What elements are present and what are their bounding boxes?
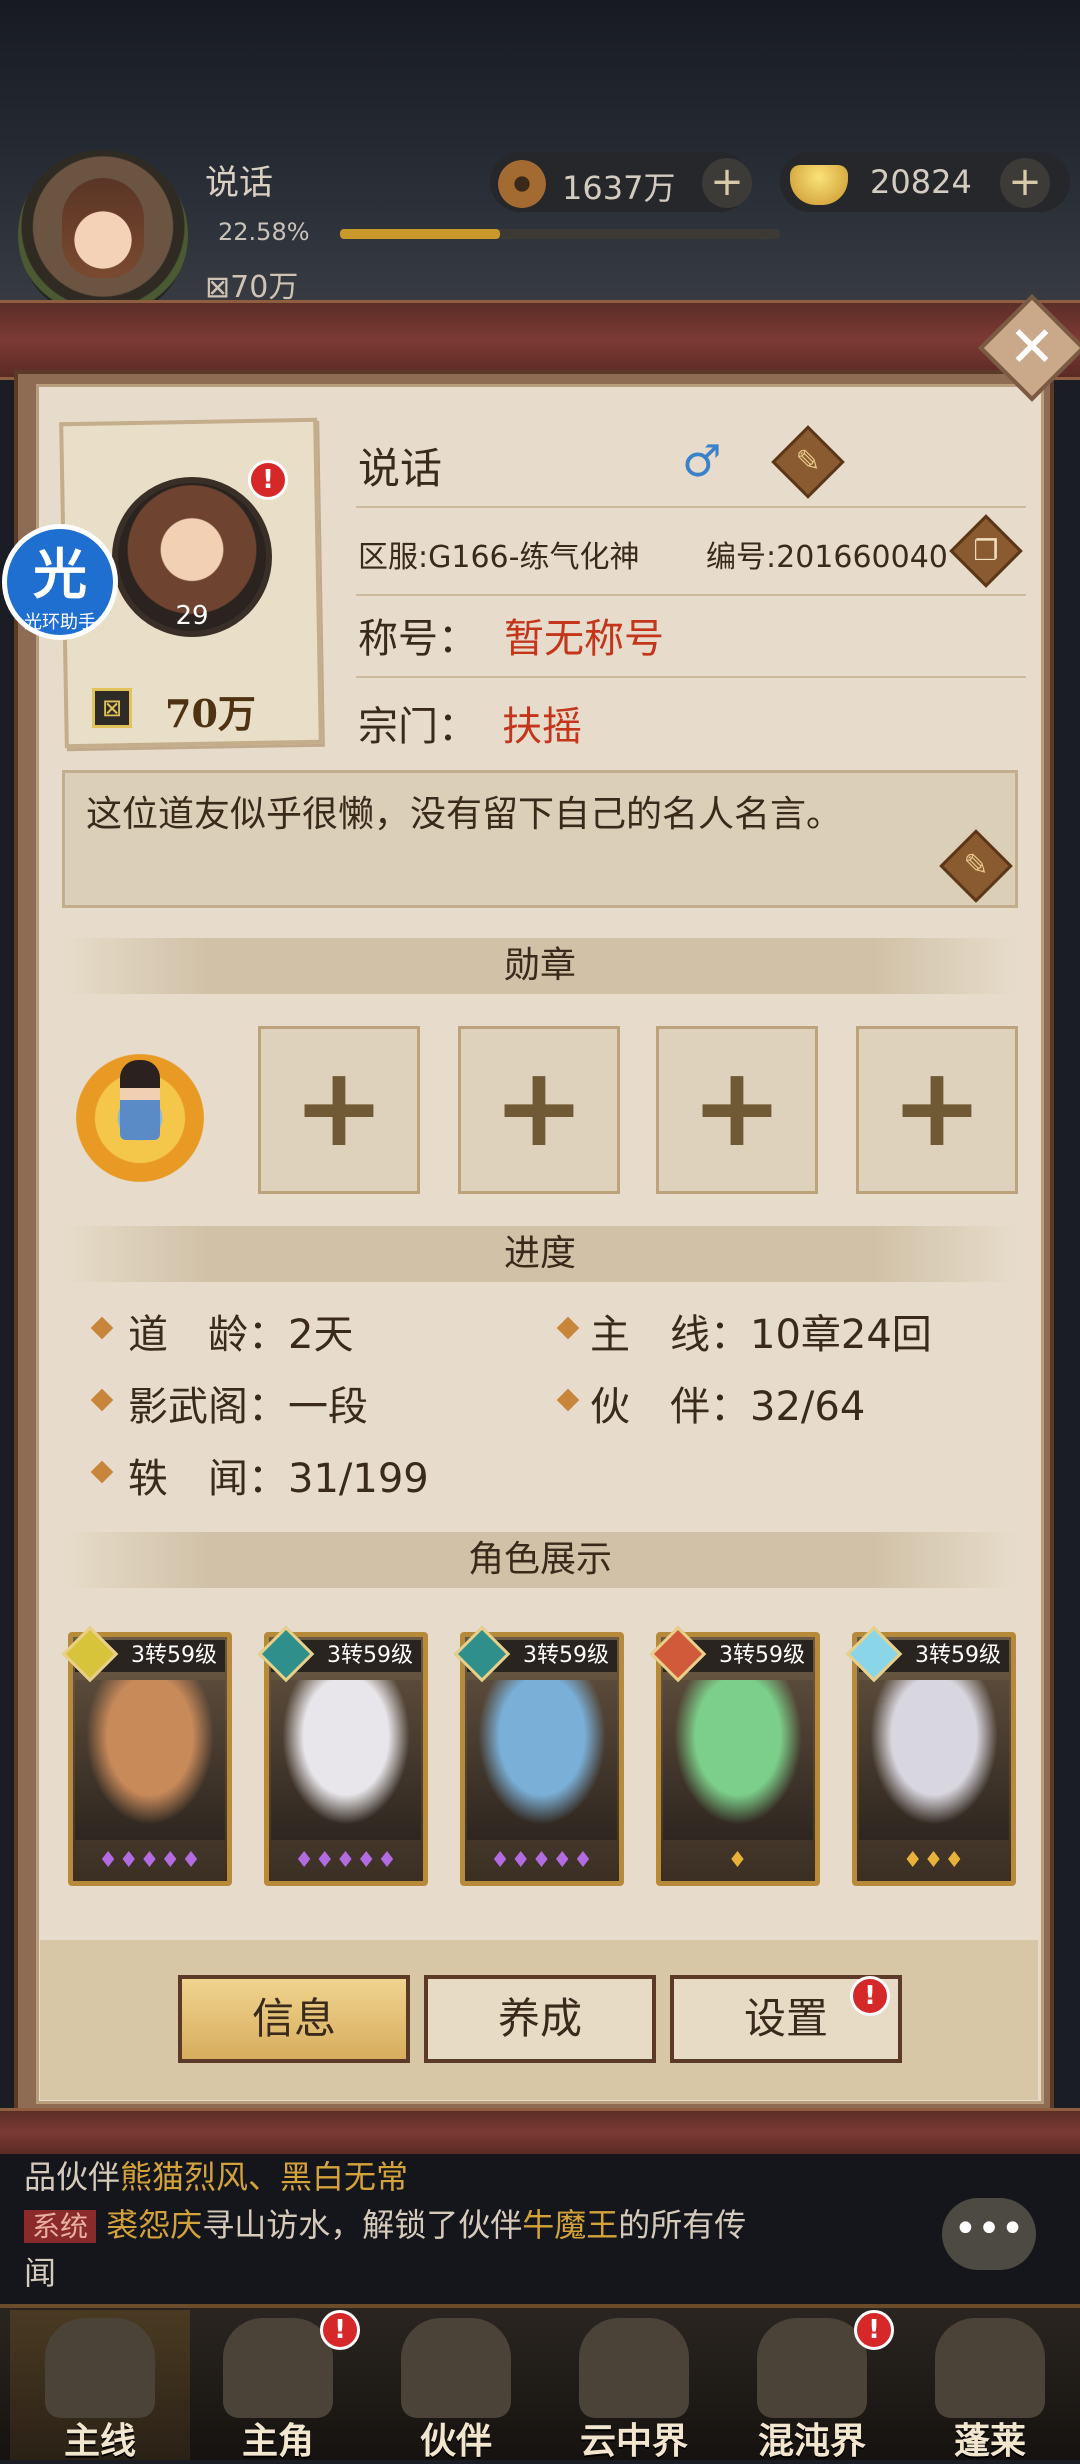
add-ingots-button[interactable]: + [1000, 158, 1050, 208]
panel-header-frame [0, 300, 1080, 380]
coin-icon [498, 160, 546, 208]
player-uid: 编号:201660040 [706, 540, 948, 575]
hero-portrait [467, 1680, 617, 1840]
power-icon: ⊠ [92, 688, 132, 728]
hero-portrait [859, 1680, 1009, 1840]
nav-label: 云中界 [579, 2421, 688, 2462]
nav-alert-icon: ! [320, 2310, 360, 2350]
server-info: 区服:G166-练气化神 [358, 540, 640, 575]
settings-alert-icon: ! [850, 1976, 890, 2016]
hero-stars: ♦♦♦♦♦ [294, 1848, 398, 1873]
add-coins-button[interactable]: + [702, 158, 752, 208]
nav-icon [579, 2318, 689, 2418]
heroes-section-header: 角色展示 [62, 1532, 1018, 1588]
chat-line: 闻 [24, 2254, 57, 2292]
gender-male-icon: ♂ [682, 436, 722, 487]
top-player-name: 说话 [205, 163, 273, 203]
divider [356, 594, 1026, 596]
avatar-alert-icon: ! [248, 460, 288, 500]
nav-label: 混沌界 [757, 2421, 866, 2462]
nav-icon [45, 2318, 155, 2418]
helper-label: 光环助手 [24, 612, 96, 633]
hero-stars: ♦♦♦♦♦ [98, 1848, 202, 1873]
nav-label: 主角 [241, 2421, 314, 2462]
divider [356, 506, 1026, 508]
chat-line: 品伙伴熊猫烈风、黑白无常 [24, 2158, 409, 2196]
chat-line: 系统 裘怨庆寻山访水，解锁了伙伴牛魔王的所有传 [24, 2200, 746, 2246]
title-label: 称号： [358, 616, 478, 662]
plus-icon: + [292, 1043, 386, 1171]
motto-text: 这位道友似乎很懒，没有留下自己的名人名言。 [86, 794, 843, 835]
hero-portrait [663, 1680, 813, 1840]
progress-partner: 伙 伴：32/64 [590, 1384, 866, 1430]
nav-icon [935, 2318, 1045, 2418]
close-icon[interactable]: ✕ [994, 310, 1070, 386]
nav-icon [223, 2318, 333, 2418]
ingot-value: 20824 [870, 163, 972, 201]
nav-label: 主线 [63, 2421, 136, 2462]
plus-icon: + [492, 1043, 586, 1171]
progress-lore: 轶 闻：31/199 [128, 1456, 429, 1502]
nav-label: 伙伴 [419, 2421, 492, 2462]
hero-stars: ♦♦♦ [902, 1848, 966, 1873]
sect-value: 扶摇 [502, 704, 582, 750]
nav-icon [401, 2318, 511, 2418]
brush-icon: ✎ [795, 444, 821, 479]
divider [356, 676, 1026, 678]
panel-footer-frame [0, 2108, 1080, 2154]
profile-name: 说话 [358, 444, 443, 493]
chat-button[interactable]: ••• [942, 2198, 1036, 2270]
profile-power: 70万 [165, 691, 256, 736]
coin-value: 1637万 [562, 169, 676, 207]
hero-stars: ♦ [727, 1848, 749, 1873]
medals-section-header: 勋章 [62, 938, 1018, 994]
hero-stars: ♦♦♦♦♦ [490, 1848, 594, 1873]
progress-section-header: 进度 [62, 1226, 1018, 1282]
nav-label: 蓬莱 [953, 2421, 1026, 2462]
medal-figure [120, 1060, 160, 1140]
nav-icon [757, 2318, 867, 2418]
progress-shadow: 影武阁：一段 [128, 1384, 368, 1430]
player-avatar-face [62, 178, 144, 278]
progress-age: 道 龄：2天 [128, 1312, 354, 1358]
sect-label: 宗门： [358, 704, 478, 750]
plus-icon: + [890, 1043, 984, 1171]
exp-percent: 22.58% [218, 218, 310, 246]
title-value: 暂无称号 [504, 616, 664, 662]
copy-icon: ❐ [973, 534, 999, 567]
nav-alert-icon: ! [854, 2310, 894, 2350]
helper-icon: 光 [33, 543, 87, 606]
info-button[interactable]: 信息 [178, 1975, 410, 2063]
profile-level: 29 [175, 601, 209, 631]
develop-button[interactable]: 养成 [424, 1975, 656, 2063]
hero-portrait [271, 1680, 421, 1840]
progress-main: 主 线：10章24回 [590, 1312, 932, 1358]
plus-icon: + [690, 1043, 784, 1171]
system-tag: 系统 [24, 2210, 97, 2243]
brush-icon: ✎ [963, 848, 989, 883]
exp-bar-fill [340, 229, 500, 239]
hero-portrait [75, 1680, 225, 1840]
